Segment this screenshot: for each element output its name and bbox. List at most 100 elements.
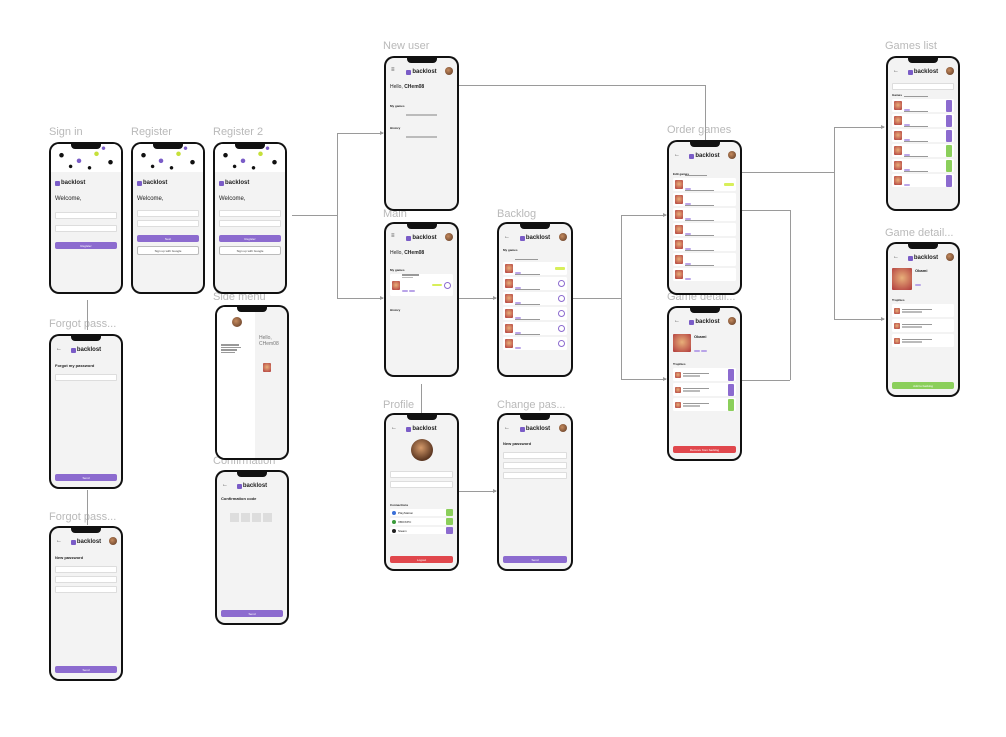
trophy-toggle[interactable] — [728, 368, 734, 381]
phone-side-menu: Hello, CHem08 — [215, 305, 289, 460]
frame-title-forgot-2: Forgot pass... — [49, 511, 117, 523]
add-button[interactable] — [946, 174, 952, 187]
avatar[interactable] — [445, 233, 453, 241]
back-icon[interactable]: ← — [504, 425, 510, 431]
avatar[interactable] — [728, 317, 736, 325]
code-field[interactable] — [55, 566, 117, 573]
page-title: New password — [503, 441, 532, 446]
new-password-field[interactable] — [503, 462, 567, 469]
back-icon[interactable]: ← — [222, 482, 228, 488]
email-field[interactable] — [55, 212, 117, 219]
next-button[interactable]: Next — [137, 235, 199, 242]
connector — [337, 133, 383, 134]
register-button[interactable]: Register — [55, 242, 117, 249]
avatar[interactable] — [946, 67, 954, 75]
back-icon[interactable]: ← — [893, 254, 899, 260]
avatar[interactable] — [559, 424, 567, 432]
back-icon[interactable]: ← — [674, 318, 680, 324]
game-card[interactable] — [503, 333, 567, 350]
logo: backlost — [137, 180, 199, 186]
my-games-heading: My games — [390, 104, 405, 108]
trophy-card — [892, 319, 954, 332]
back-icon[interactable]: ← — [893, 68, 899, 74]
search-input[interactable] — [892, 83, 954, 90]
avatar[interactable] — [559, 233, 567, 241]
logout-button[interactable]: Logout — [390, 556, 453, 563]
phone-game-detail: ← backlost Obami Trophies Remove from bac… — [667, 306, 742, 461]
add-button[interactable] — [946, 114, 952, 127]
repeat-password-field[interactable] — [503, 472, 567, 479]
username-field[interactable] — [390, 471, 453, 478]
code-input[interactable] — [221, 509, 283, 527]
avatar[interactable] — [946, 253, 954, 261]
connect-button[interactable] — [446, 509, 453, 516]
connector — [459, 85, 705, 86]
remove-from-backlog-button[interactable]: Remove from backlog — [673, 446, 736, 453]
trophy-toggle[interactable] — [728, 398, 734, 411]
current-password-field[interactable] — [503, 452, 567, 459]
logo: backlost — [519, 426, 550, 432]
added-button[interactable] — [946, 144, 952, 157]
frame-title-forgot-1: Forgot pass... — [49, 318, 117, 330]
frame-title-order-games: Order games — [667, 124, 732, 136]
my-games-heading: My games — [390, 268, 405, 272]
trophy-toggle[interactable] — [728, 383, 734, 396]
connection-xbox: XBOX/PC — [390, 518, 453, 525]
avatar — [232, 317, 242, 327]
frame-title-register: Register — [131, 126, 172, 138]
welcome-heading: Welcome, — [55, 196, 82, 202]
send-button[interactable]: Send — [503, 556, 567, 563]
phone-forgot-password: ← backlost Forgot my password Send — [49, 334, 123, 489]
send-button[interactable]: Send — [221, 610, 283, 617]
menu-icon[interactable]: ≡ — [391, 67, 395, 73]
connect-button[interactable] — [446, 518, 453, 525]
avatar[interactable] — [109, 537, 117, 545]
trophy-card — [892, 334, 954, 347]
send-button[interactable]: Send — [55, 666, 117, 673]
game-card[interactable] — [673, 264, 736, 281]
new-password-field[interactable] — [55, 576, 117, 583]
connector — [742, 172, 834, 173]
added-button[interactable] — [946, 159, 952, 172]
logo: backlost — [406, 426, 437, 432]
avatar[interactable] — [728, 151, 736, 159]
trophies-heading: Trophies — [892, 298, 905, 302]
game-cover — [892, 268, 912, 290]
frame-title-profile: Profile — [383, 399, 415, 411]
connections-heading: Connections — [390, 503, 409, 507]
game-card[interactable] — [892, 170, 954, 187]
back-icon[interactable]: ← — [56, 538, 62, 544]
google-signup-button[interactable]: Sign up with Google — [219, 246, 281, 255]
send-button[interactable]: Send — [55, 474, 117, 481]
add-to-backlog-button[interactable]: Add to backlog — [892, 382, 954, 389]
connector — [337, 298, 383, 299]
email-field[interactable] — [137, 220, 199, 227]
username-field[interactable] — [137, 210, 199, 217]
repeat-password-field[interactable] — [219, 220, 281, 227]
back-icon[interactable]: ← — [391, 425, 397, 431]
avatar[interactable] — [445, 67, 453, 75]
menu-icon[interactable]: ≡ — [391, 233, 395, 239]
connector — [459, 491, 496, 492]
add-button[interactable] — [946, 129, 952, 142]
page-title: Confirmation code — [221, 496, 257, 501]
connector-arrow — [881, 317, 885, 321]
password-field[interactable] — [219, 210, 281, 217]
password-field[interactable] — [55, 225, 117, 232]
back-icon[interactable]: ← — [674, 152, 680, 158]
add-button[interactable] — [946, 99, 952, 112]
register-button[interactable]: Register — [219, 235, 281, 242]
google-signup-button[interactable]: Sign up with Google — [137, 246, 199, 255]
email-field[interactable] — [390, 481, 453, 488]
greeting: Hello, CHem08 — [390, 250, 425, 256]
history-heading: History — [390, 126, 401, 130]
phone-game-detail-add: ← backlost Obami Trophies Add to backlog — [886, 242, 960, 397]
connector — [87, 300, 88, 330]
back-icon[interactable]: ← — [504, 234, 510, 240]
back-icon[interactable]: ← — [56, 346, 62, 352]
profile-photo[interactable] — [410, 439, 433, 461]
email-field[interactable] — [55, 374, 117, 381]
game-card[interactable] — [390, 274, 453, 296]
repeat-password-field[interactable] — [55, 586, 117, 593]
disconnect-button[interactable] — [446, 527, 453, 534]
